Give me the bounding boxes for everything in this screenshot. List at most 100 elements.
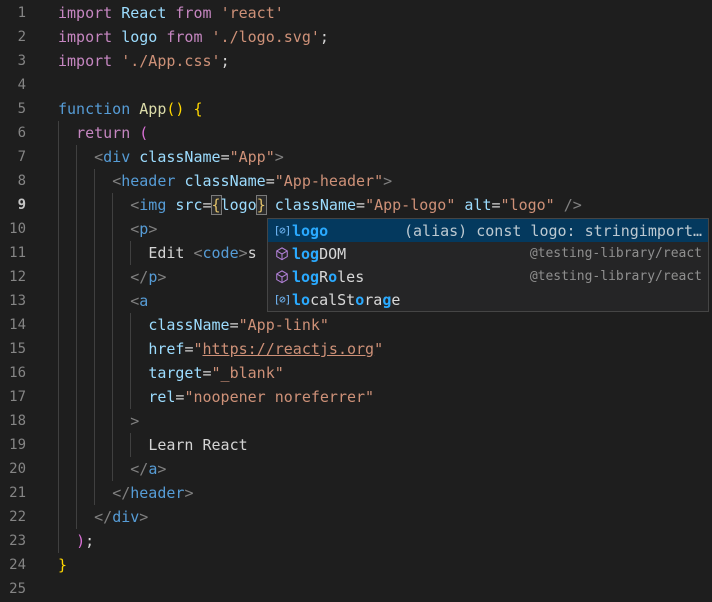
indent-guide xyxy=(76,361,77,385)
line-number-7: 7 xyxy=(0,145,26,169)
indent-guide xyxy=(58,145,59,169)
line-number-14: 14 xyxy=(0,313,26,337)
indent-guide xyxy=(94,289,95,313)
indent-guide xyxy=(58,361,59,385)
method-icon xyxy=(272,270,292,284)
indent-guide xyxy=(58,289,59,313)
indent-guide xyxy=(94,481,95,505)
indent-guide xyxy=(76,481,77,505)
suggest-item-label: logo xyxy=(292,222,328,240)
indent-guide xyxy=(112,217,113,241)
line-number-22: 22 xyxy=(0,505,26,529)
indent-guide xyxy=(112,433,113,457)
suggest-item-detail: (alias) const logo: stringimport… xyxy=(404,222,702,240)
line-number-18: 18 xyxy=(0,409,26,433)
code-line-25[interactable] xyxy=(58,577,712,601)
indent-guide xyxy=(76,433,77,457)
suggest-item-localStorage[interactable]: [⊘]localStorage xyxy=(268,288,708,311)
line-number-16: 16 xyxy=(0,361,26,385)
indent-guide xyxy=(76,457,77,481)
indent-guide xyxy=(58,337,59,361)
code-line-23[interactable]: ); xyxy=(58,529,712,553)
suggest-item-label: logRoles xyxy=(292,268,364,286)
indent-guide xyxy=(76,193,77,217)
code-line-15[interactable]: href="https://reactjs.org" xyxy=(58,337,712,361)
suggest-item-logDOM[interactable]: logDOM @testing-library/react xyxy=(268,242,708,265)
indent-guide xyxy=(94,433,95,457)
line-number-2: 2 xyxy=(0,25,26,49)
code-line-1[interactable]: import React from 'react' xyxy=(58,1,712,25)
indent-guide xyxy=(130,433,131,457)
line-number-15: 15 xyxy=(0,337,26,361)
indent-guide xyxy=(58,193,59,217)
indent-guide xyxy=(58,313,59,337)
code-line-4[interactable] xyxy=(58,73,712,97)
code-line-6[interactable]: return ( xyxy=(58,121,712,145)
indent-guide xyxy=(94,313,95,337)
line-number-17: 17 xyxy=(0,385,26,409)
indent-guide xyxy=(112,313,113,337)
suggest-item-logo[interactable]: [⊘]logo(alias) const logo: stringimport… xyxy=(268,219,708,242)
code-line-19[interactable]: Learn React xyxy=(58,433,712,457)
code-line-2[interactable]: import logo from './logo.svg'; xyxy=(58,25,712,49)
indent-guide xyxy=(58,265,59,289)
indent-guide xyxy=(76,385,77,409)
indent-guide xyxy=(130,361,131,385)
code-line-5[interactable]: function App() { xyxy=(58,97,712,121)
suggest-item-detail: @testing-library/react xyxy=(530,246,702,261)
line-number-4: 4 xyxy=(0,73,26,97)
indent-guide xyxy=(58,457,59,481)
indent-guide xyxy=(58,121,59,145)
indent-guide xyxy=(130,385,131,409)
code-line-17[interactable]: rel="noopener noreferrer" xyxy=(58,385,712,409)
indent-guide xyxy=(112,265,113,289)
indent-guide xyxy=(94,169,95,193)
indent-guide xyxy=(94,457,95,481)
indent-guide xyxy=(112,289,113,313)
line-number-25: 25 xyxy=(0,577,26,601)
line-number-6: 6 xyxy=(0,121,26,145)
suggest-item-label: localStorage xyxy=(292,291,400,309)
indent-guide xyxy=(76,145,77,169)
indent-guide xyxy=(58,481,59,505)
indent-guide xyxy=(58,385,59,409)
indent-guide xyxy=(76,169,77,193)
indent-guide xyxy=(130,313,131,337)
indent-guide xyxy=(94,217,95,241)
code-line-3[interactable]: import './App.css'; xyxy=(58,49,712,73)
indent-guide xyxy=(94,409,95,433)
indent-guide xyxy=(58,409,59,433)
line-number-11: 11 xyxy=(0,241,26,265)
code-line-24[interactable]: } xyxy=(58,553,712,577)
indent-guide xyxy=(76,505,77,529)
code-line-14[interactable]: className="App-link" xyxy=(58,313,712,337)
indent-guide xyxy=(112,385,113,409)
code-line-7[interactable]: <div className="App"> xyxy=(58,145,712,169)
indent-guide xyxy=(94,337,95,361)
code-line-8[interactable]: <header className="App-header"> xyxy=(58,169,712,193)
indent-guide xyxy=(58,241,59,265)
line-number-5: 5 xyxy=(0,97,26,121)
indent-guide xyxy=(112,361,113,385)
code-line-16[interactable]: target="_blank" xyxy=(58,361,712,385)
code-line-18[interactable]: > xyxy=(58,409,712,433)
indent-guide xyxy=(76,217,77,241)
indent-guide xyxy=(58,217,59,241)
code-line-9[interactable]: <img src={logo} className="App-logo" alt… xyxy=(58,193,712,217)
suggest-item-logRoles[interactable]: logRoles@testing-library/react xyxy=(268,265,708,288)
line-number-gutter: 1234567891011121314151617181920212223242… xyxy=(0,1,26,601)
indent-guide xyxy=(94,265,95,289)
indent-guide xyxy=(94,385,95,409)
code-line-21[interactable]: </header> xyxy=(58,481,712,505)
suggest-item-label: logDOM xyxy=(292,245,346,263)
indent-guide xyxy=(112,193,113,217)
indent-guide xyxy=(58,169,59,193)
line-number-8: 8 xyxy=(0,169,26,193)
indent-guide xyxy=(94,193,95,217)
indent-guide xyxy=(130,241,131,265)
code-line-22[interactable]: </div> xyxy=(58,505,712,529)
indent-guide xyxy=(58,505,59,529)
indent-guide xyxy=(76,409,77,433)
line-number-23: 23 xyxy=(0,529,26,553)
code-line-20[interactable]: </a> xyxy=(58,457,712,481)
